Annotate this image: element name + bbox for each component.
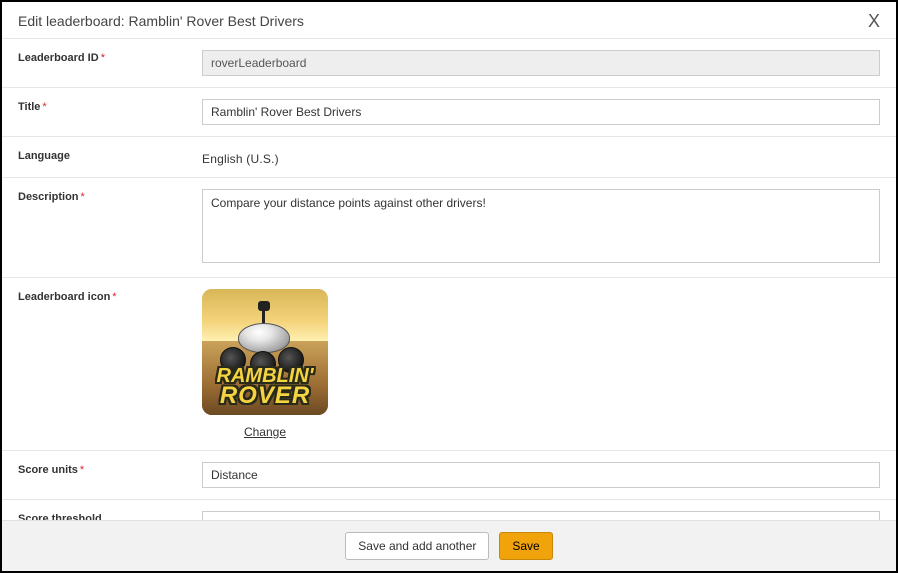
label-language: Language: [18, 148, 202, 166]
row-leaderboard-id: Leaderboard ID*: [2, 38, 896, 87]
row-icon: Leaderboard icon* RAMBLIN' R: [2, 277, 896, 450]
close-icon[interactable]: X: [868, 12, 880, 30]
label-title: Title*: [18, 99, 202, 125]
edit-leaderboard-dialog: Edit leaderboard: Ramblin' Rover Best Dr…: [0, 0, 898, 573]
dialog-header: Edit leaderboard: Ramblin' Rover Best Dr…: [2, 2, 896, 38]
leaderboard-id-input: [202, 50, 880, 76]
icon-logo-text: RAMBLIN' ROVER: [202, 367, 328, 407]
form-body: Leaderboard ID* Title* Language English …: [2, 38, 896, 520]
description-textarea[interactable]: Compare your distance points against oth…: [202, 189, 880, 263]
language-value: English (U.S.): [202, 148, 880, 166]
row-language: Language English (U.S.): [2, 136, 896, 177]
label-score-units: Score units*: [18, 462, 202, 488]
title-input[interactable]: [202, 99, 880, 125]
row-title: Title*: [2, 87, 896, 136]
score-threshold-input[interactable]: [202, 511, 880, 520]
label-score-threshold: Score threshold: [18, 511, 202, 520]
label-icon: Leaderboard icon*: [18, 289, 202, 439]
dialog-title: Edit leaderboard: Ramblin' Rover Best Dr…: [18, 13, 304, 29]
change-icon-link[interactable]: Change: [244, 425, 286, 439]
save-and-add-another-button[interactable]: Save and add another: [345, 532, 489, 560]
save-button[interactable]: Save: [499, 532, 552, 560]
rover-icon: [220, 317, 306, 371]
row-score-units: Score units*: [2, 450, 896, 499]
row-score-threshold: Score threshold: [2, 499, 896, 520]
row-description: Description* Compare your distance point…: [2, 177, 896, 277]
label-description: Description*: [18, 189, 202, 266]
dialog-footer: Save and add another Save: [2, 520, 896, 571]
score-units-input[interactable]: [202, 462, 880, 488]
label-leaderboard-id: Leaderboard ID*: [18, 50, 202, 76]
leaderboard-icon-thumbnail: RAMBLIN' ROVER: [202, 289, 328, 415]
